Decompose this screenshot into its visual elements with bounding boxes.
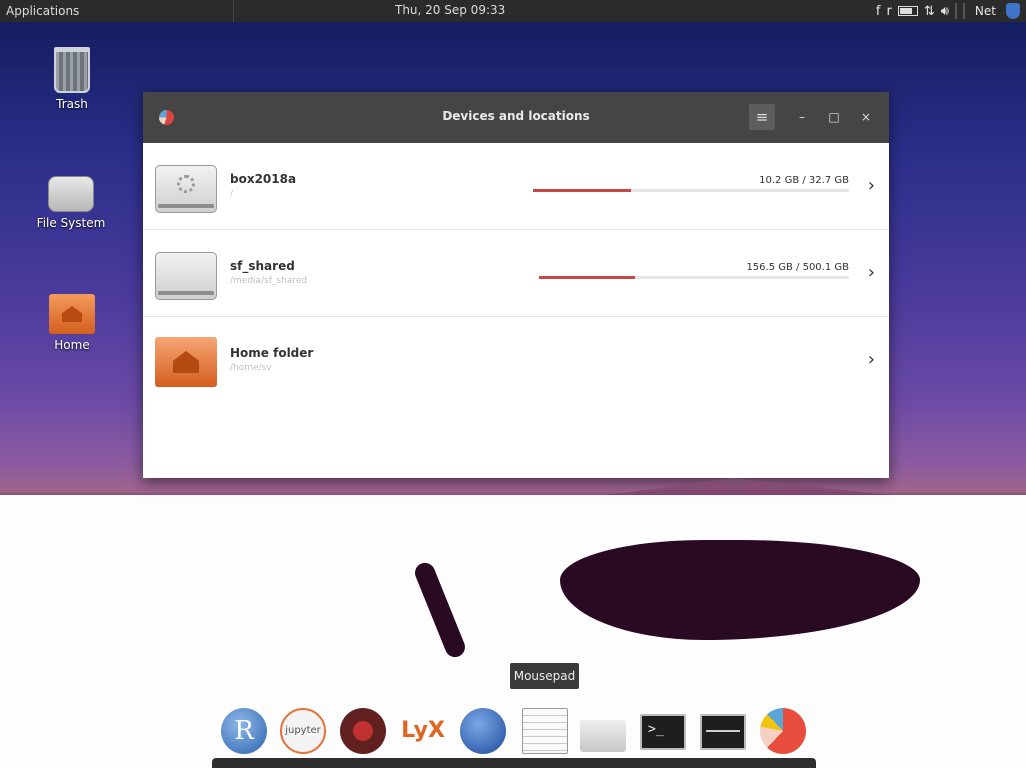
location-row-sf-shared[interactable]: sf_shared /media/sf_shared 156.5 GB / 50… (143, 230, 889, 317)
system-monitor-launcher-icon[interactable] (700, 714, 746, 750)
location-name: sf_shared (230, 259, 295, 273)
disk-usage-launcher-icon[interactable] (760, 708, 806, 754)
usage-bar-fill (533, 189, 631, 192)
location-name: Home folder (230, 346, 314, 360)
desktop-icon-home[interactable]: Home (27, 290, 117, 352)
usage-bar (539, 276, 849, 279)
terminal-launcher-icon[interactable]: >_ (640, 714, 686, 750)
chevron-right-icon[interactable]: › (868, 262, 875, 283)
chevron-right-icon[interactable]: › (868, 349, 875, 370)
home-folder-icon (155, 337, 217, 387)
desktop-icon-label: Home (54, 338, 90, 352)
web-browser-launcher-icon[interactable] (460, 708, 506, 754)
location-row-home-folder[interactable]: Home folder /home/sv › (143, 317, 889, 404)
window-titlebar[interactable]: Devices and locations ≡ – □ × (143, 92, 889, 143)
lyx-launcher-icon[interactable]: LyX (400, 708, 446, 754)
tray-separator (954, 3, 957, 19)
shield-icon[interactable] (1006, 3, 1020, 19)
location-name: box2018a (230, 172, 297, 186)
location-path: / (230, 189, 234, 199)
trash-icon (54, 47, 90, 93)
dock-shelf (212, 758, 816, 768)
battery-icon[interactable] (897, 6, 918, 16)
dock: R jupyter LyX >_ (212, 700, 816, 768)
chevron-right-icon[interactable]: › (868, 175, 875, 196)
mousepad-launcher-icon[interactable] (522, 708, 568, 754)
location-usage: 156.5 GB / 500.1 GB (746, 262, 849, 273)
tray-f-icon[interactable]: f (876, 4, 881, 19)
window-title: Devices and locations (442, 109, 590, 123)
home-folder-icon (49, 294, 95, 334)
top-panel: Applications Thu, 20 Sep 09:33 f r ⇅ 🔊︎ … (0, 0, 1026, 22)
hamburger-menu-button[interactable]: ≡ (749, 104, 775, 130)
jupyter-launcher-icon[interactable]: jupyter (280, 708, 326, 754)
tray-r-icon[interactable]: r (886, 4, 891, 19)
desktop-icon-label: Trash (56, 97, 88, 111)
dock-tooltip: Mousepad (510, 663, 579, 689)
drive-icon (155, 252, 217, 300)
close-button[interactable]: × (853, 104, 879, 130)
clock[interactable]: Thu, 20 Sep 09:33 (395, 3, 505, 17)
tray-separator (962, 3, 965, 19)
minimize-button[interactable]: – (789, 104, 815, 130)
ubuntu-logo-icon (177, 175, 195, 193)
location-usage: 10.2 GB / 32.7 GB (759, 175, 849, 186)
maximize-button[interactable]: □ (821, 104, 847, 130)
volume-icon[interactable]: 🔊︎ (941, 4, 949, 19)
location-row-box2018a[interactable]: box2018a / 10.2 GB / 32.7 GB › (143, 143, 889, 230)
usage-bar (533, 189, 849, 192)
spyder-launcher-icon[interactable] (340, 708, 386, 754)
desktop-icon-label: File System (36, 216, 106, 230)
network-label[interactable]: Net (975, 4, 996, 18)
file-manager-launcher-icon[interactable] (580, 720, 626, 752)
devices-window: Devices and locations ≡ – □ × box2018a /… (143, 92, 889, 478)
applications-menu-button[interactable]: Applications (0, 0, 234, 22)
location-path: /media/sf_shared (230, 276, 308, 286)
usage-bar-fill (539, 276, 636, 279)
system-tray: f r ⇅ 🔊︎ Net (876, 0, 1026, 22)
desktop-icon-trash[interactable]: Trash (27, 45, 117, 111)
drive-icon (48, 176, 94, 212)
r-launcher-icon[interactable]: R (221, 708, 267, 754)
location-path: /home/sv (230, 363, 272, 373)
desktop-icon-file-system[interactable]: File System (26, 168, 116, 230)
network-transfer-icon[interactable]: ⇅ (924, 4, 935, 19)
drive-icon (155, 165, 217, 213)
